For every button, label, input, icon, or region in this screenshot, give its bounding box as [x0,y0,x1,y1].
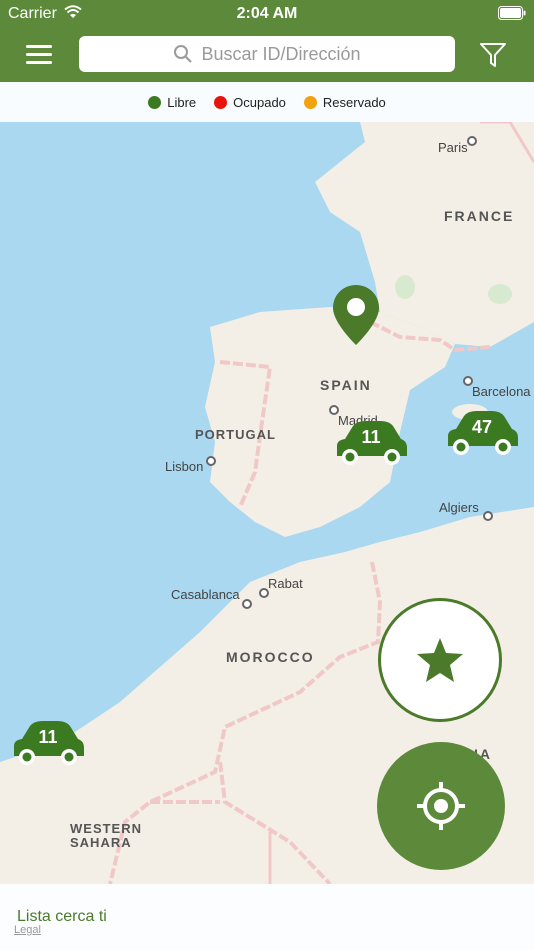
search-input[interactable]: Buscar ID/Dirección [79,36,455,72]
location-pin-icon[interactable] [333,285,379,345]
legend-dot-icon [303,95,317,109]
crosshair-icon [417,782,465,830]
city-marker [467,136,477,146]
legal-link[interactable]: Legal [14,924,41,936]
country-label-morocco: MOROCCO [226,649,315,665]
city-label-algiers: Algiers [439,500,479,515]
city-label-barcelona: Barcelona [472,384,531,399]
legend-label: Libre [167,94,197,110]
cluster-count: 47 [471,417,493,437]
star-icon [417,638,463,682]
my-location-button[interactable] [377,742,505,870]
city-label-casablanca: Casablanca [171,587,240,602]
legend-label: Ocupado [233,94,286,110]
favorites-button[interactable] [378,598,502,722]
city-label-lisbon: Lisbon [165,459,204,474]
country-label-spain: SPAIN [320,377,372,393]
legend-item-reservado: Reservado [303,94,386,110]
search-icon [174,45,193,63]
legend-label: Reservado [322,94,386,110]
legend-dot-icon [148,95,162,109]
country-label-france: FRANCE [444,208,515,224]
legend-item-ocupado: Ocupado [214,95,286,110]
country-label-western-sahara: WESTERN SAHARA [70,821,142,850]
car-cluster-baleares[interactable]: 47 [444,410,520,458]
city-label-paris: Paris [438,140,468,155]
city-marker [206,456,216,466]
status-legend: Libre Ocupado Reservado [0,82,534,122]
car-cluster-madrid[interactable]: 11 [333,420,409,468]
nav-bar: Buscar ID/Dirección [0,28,534,82]
search-placeholder: Buscar ID/Dirección [201,43,361,64]
car-cluster-canarias[interactable]: 11 [10,720,86,768]
legend-dot-icon [214,95,228,109]
status-bar: Carrier 2:04 AM [0,0,534,28]
cluster-count: 11 [38,727,58,747]
city-marker [483,511,493,521]
cluster-count: 11 [361,427,381,447]
nearby-list-panel[interactable]: Lista cerca ti Legal [0,884,534,950]
status-time: 2:04 AM [236,5,298,22]
city-label-rabat: Rabat [268,576,303,591]
hamburger-menu-icon[interactable] [26,43,56,67]
battery-icon [498,6,526,20]
filter-icon[interactable] [478,40,508,70]
city-marker [242,599,252,609]
legend-item-libre: Libre [148,95,196,110]
country-label-portugal: PORTUGAL [195,427,276,442]
